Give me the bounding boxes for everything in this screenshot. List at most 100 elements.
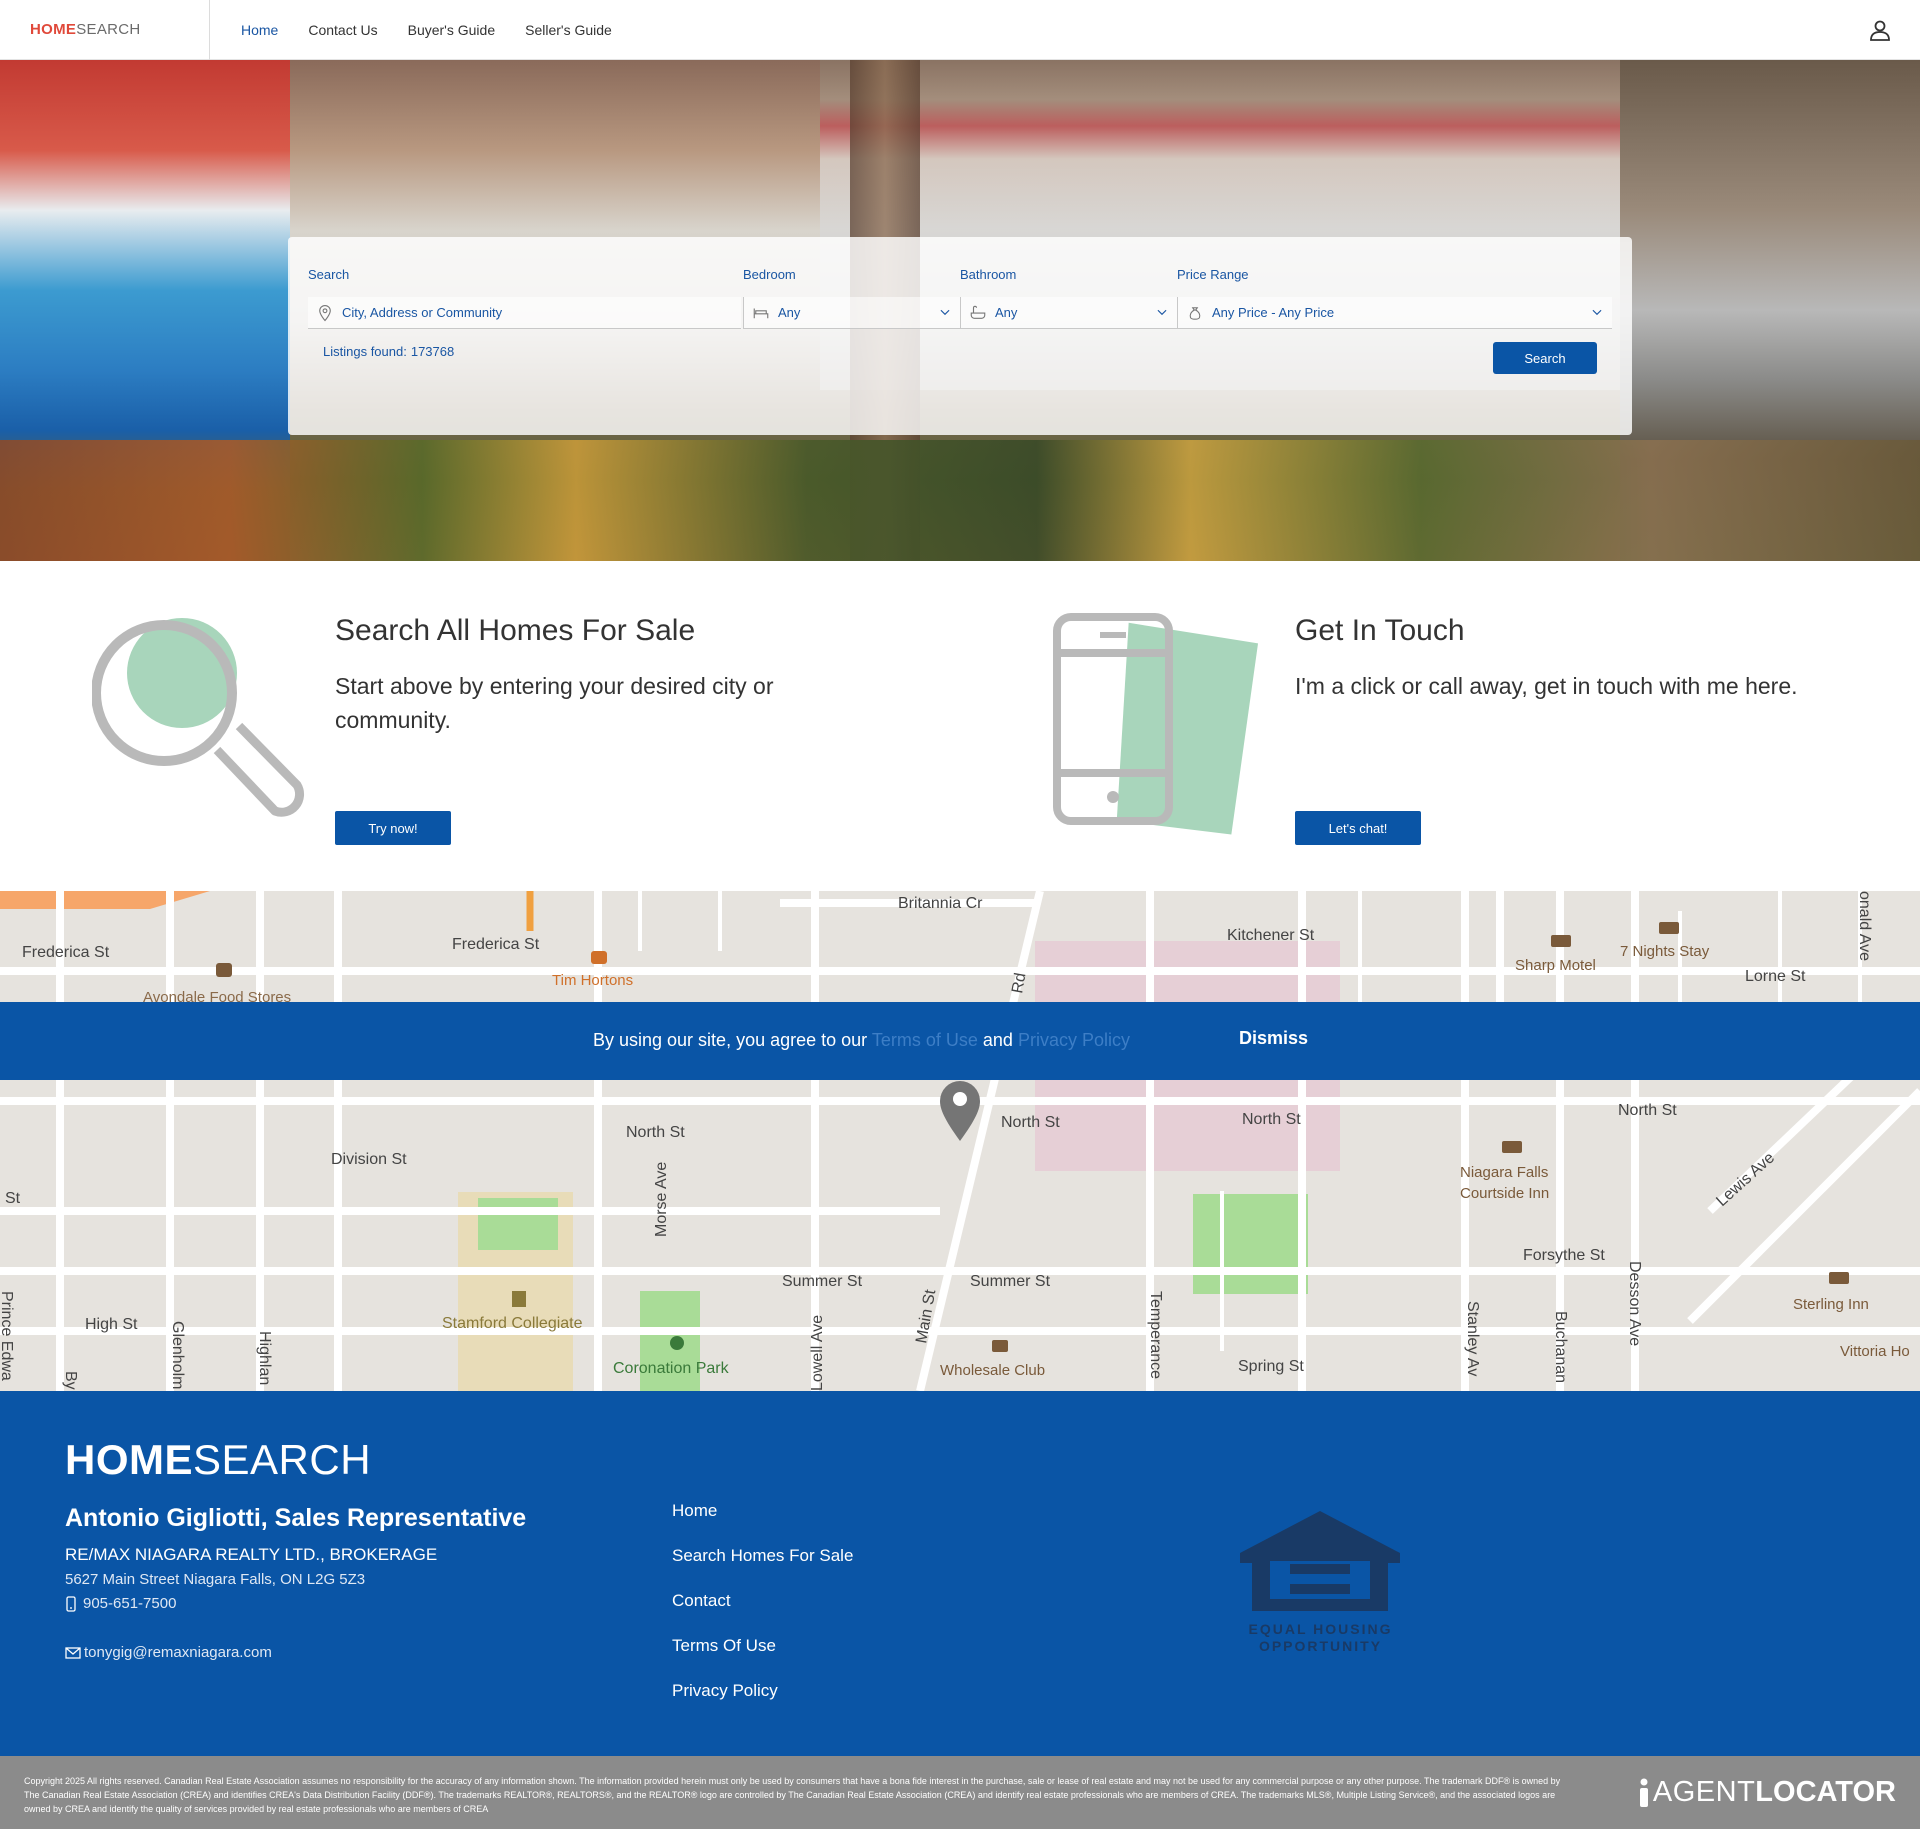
park-icon [670,1336,684,1350]
location-pin-icon [319,304,331,321]
map-label: Kitchener St [1227,927,1315,944]
map-label: Courtside Inn [1460,1185,1549,1202]
footer-logo[interactable]: HOMESEARCH [65,1436,371,1484]
footer-link-contact[interactable]: Contact [672,1591,853,1636]
map-label: Desson Ave [1626,1261,1643,1346]
nav-home[interactable]: Home [241,22,278,38]
cookie-consent-bar: By using our site, you agree to our Term… [0,1002,1920,1080]
footer-link-terms[interactable]: Terms Of Use [672,1636,853,1681]
hotel-icon [1829,1272,1849,1284]
search-placeholder: City, Address or Community [342,305,503,320]
office-address: 5627 Main Street Niagara Falls, ON L2G 5… [65,1571,366,1588]
agent-figure-icon [1639,1778,1648,1807]
map-label: Wholesale Club [940,1362,1045,1379]
map-label: Coronation Park [613,1360,730,1377]
price-range-select[interactable]: Any Price - Any Price [1177,297,1612,329]
nav-contact-us[interactable]: Contact Us [308,22,377,38]
footer-link-search[interactable]: Search Homes For Sale [672,1546,853,1591]
mobile-phone-icon [66,1595,76,1612]
privacy-link[interactable]: Privacy Policy [1018,1030,1130,1050]
map-label: North St [1001,1114,1060,1131]
chevron-down-icon [940,309,950,316]
map-label: By [62,1371,79,1390]
map-label: St [5,1190,21,1207]
map-label: Forsythe St [1523,1247,1605,1264]
magnifier-icon [92,618,305,817]
map-label: North St [626,1124,685,1141]
map-label: North St [1618,1102,1677,1119]
map-canvas[interactable]: Britannia Cr Frederica St Frederica St A… [0,891,1920,1391]
listings-count: 173768 [410,344,455,359]
dismiss-button[interactable]: Dismiss [1239,1028,1308,1049]
search-button[interactable]: Search [1493,342,1597,374]
map-label: onald Ave [1856,891,1873,961]
search-label: Search [308,267,350,282]
search-panel: Search City, Address or Community Bedroo… [288,237,1632,435]
bathroom-label: Bathroom [960,267,1017,282]
bathroom-select[interactable]: Any [960,297,1177,329]
footer-link-home[interactable]: Home [672,1501,853,1546]
map-label: Glenholm [169,1321,186,1389]
map-label: Summer St [782,1273,863,1290]
hotel-icon [1502,1141,1522,1153]
agent-locator-logo[interactable]: AGENT LOCATOR [1637,1776,1896,1809]
hotel-icon [1551,935,1571,947]
bed-icon [753,308,769,318]
try-now-button[interactable]: Try now! [335,811,451,845]
chevron-down-icon [1592,309,1602,316]
map-label: Sterling Inn [1793,1296,1869,1313]
phone-contact[interactable]: 905-651-7500 [65,1595,176,1612]
terms-link[interactable]: Terms of Use [872,1030,978,1050]
lets-chat-button[interactable]: Let's chat! [1295,811,1421,845]
nav-buyers-guide[interactable]: Buyer's Guide [408,22,496,38]
money-bag-icon [1189,306,1201,320]
footer-links: Home Search Homes For Sale Contact Terms… [672,1501,853,1726]
nav-sellers-guide[interactable]: Seller's Guide [525,22,612,38]
map-label: Stamford Collegiate [442,1315,583,1332]
site-logo[interactable]: HOME SEARCH [0,0,210,60]
map-label: Stanley Av [1464,1301,1481,1376]
location-marker-icon[interactable] [940,1081,980,1141]
footer-logo-light: SEARCH [193,1436,372,1483]
user-icon[interactable] [1868,18,1892,42]
map-label: Frederica St [22,944,110,961]
map-label: Lewis Ave [1713,1149,1778,1210]
email-address: tonygig@remaxniagara.com [84,1644,272,1661]
map-label: Morse Ave [653,1162,670,1237]
map-label: North St [1242,1111,1301,1128]
map-label: Britannia Cr [898,895,983,912]
equal-housing-text: EQUAL HOUSING OPPORTUNITY [1238,1621,1403,1655]
map-label: 7 Nights Stay [1620,943,1710,960]
location-map[interactable]: Britannia Cr Frederica St Frederica St A… [0,891,1920,1391]
copyright-text: Copyright 2025 All rights reserved. Cana… [24,1776,1561,1814]
email-contact[interactable]: tonygig@remaxniagara.com [65,1644,272,1661]
eho-line2: OPPORTUNITY [1258,1638,1383,1654]
cart-icon [992,1340,1008,1352]
contact-promo-title: Get In Touch [1295,614,1465,647]
map-label: Tim Hortons [552,972,633,989]
logo-bold: HOME [30,21,77,38]
map-label: Vittoria Ho [1840,1343,1910,1360]
chevron-down-icon [1157,309,1167,316]
search-input[interactable]: City, Address or Community [308,297,741,329]
map-label: Lorne St [1745,968,1806,985]
listings-label: Listings found: [323,344,407,359]
cafe-icon [591,951,607,964]
hero-garden [0,440,1920,561]
school-icon [512,1291,526,1307]
search-promo-title: Search All Homes For Sale [335,614,696,647]
bathroom-value: Any [995,305,1018,320]
phone-number: 905-651-7500 [83,1595,177,1612]
footer-link-privacy[interactable]: Privacy Policy [672,1681,853,1726]
bedroom-value: Any [778,305,801,320]
cookie-text: By using our site, you agree to our [593,1030,868,1050]
footer-logo-bold: HOME [65,1436,193,1483]
agent-locator-light: AGENT [1652,1776,1756,1808]
bedroom-label: Bedroom [743,267,796,282]
brokerage-name: RE/MAX NIAGARA REALTY LTD., BROKERAGE [65,1545,438,1564]
eho-line1: EQUAL HOUSING [1248,1621,1393,1637]
map-label: Spring St [1238,1358,1304,1375]
cookie-and: and [982,1030,1013,1050]
bedroom-select[interactable]: Any [743,297,960,329]
promo-section: Search All Homes For Sale Start above by… [0,561,1920,891]
